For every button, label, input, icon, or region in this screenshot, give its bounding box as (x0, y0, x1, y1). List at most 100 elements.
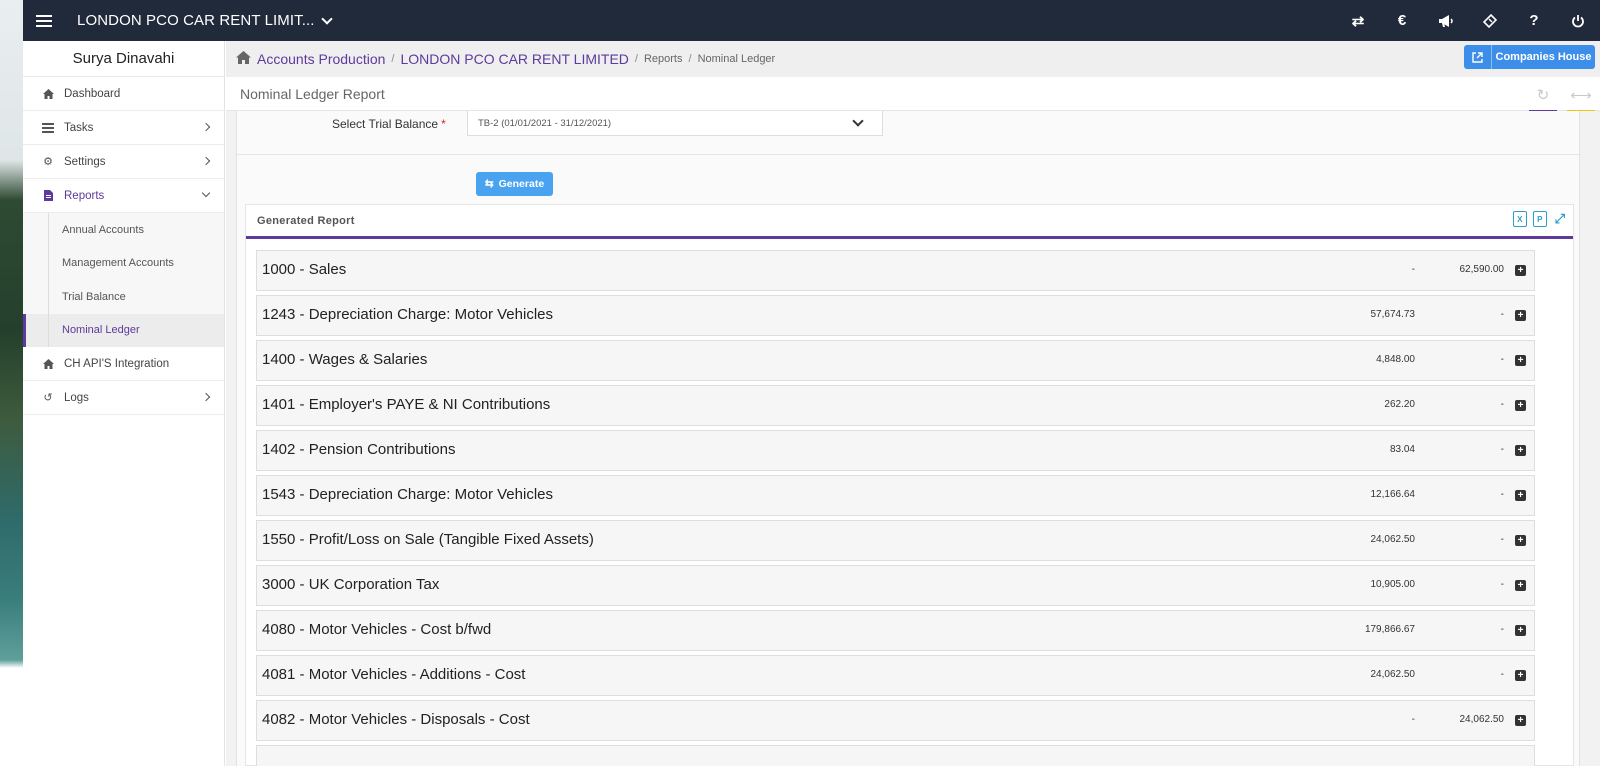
sidebar-subitem-nominal-ledger[interactable]: Nominal Ledger (23, 313, 224, 347)
top-navigation-bar: LONDON PCO CAR RENT LIMIT... ⇄ € ? (23, 0, 1600, 41)
breadcrumb-separator: / (688, 53, 692, 65)
ledger-row[interactable]: 4082 - Motor Vehicles - Disposals - Cost… (256, 700, 1535, 741)
breadcrumb-accounts-production[interactable]: Accounts Production (257, 51, 385, 67)
ledger-row[interactable]: 1402 - Pension Contributions 83.04 - + (256, 430, 1535, 471)
expand-plus-icon[interactable]: + (1515, 490, 1526, 501)
account-debit: - (1411, 264, 1415, 275)
ticket-icon[interactable] (1468, 0, 1512, 41)
power-icon[interactable] (1556, 0, 1600, 41)
select-trial-balance-label: Select Trial Balance * (332, 117, 446, 131)
chevron-down-icon (852, 115, 864, 127)
home-icon (41, 88, 55, 99)
account-credit: - (1500, 444, 1504, 455)
breadcrumb-separator: / (634, 53, 638, 65)
generated-report: Generated Report X P ⤢ 1000 - Sales - 62… (245, 204, 1574, 766)
generate-button[interactable]: ⇆ Generate (476, 172, 553, 196)
ledger-row[interactable]: 1550 - Profit/Loss on Sale (Tangible Fix… (256, 520, 1535, 561)
sidebar-item-label: CH API'S Integration (64, 357, 170, 370)
company-selector[interactable]: LONDON PCO CAR RENT LIMIT... (77, 12, 333, 29)
account-credit: 62,590.00 (1459, 264, 1505, 275)
page-title-bar: Nominal Ledger Report ↻ ⟷ (226, 77, 1600, 113)
account-name: 1550 - Profit/Loss on Sale (Tangible Fix… (262, 531, 594, 548)
expand-plus-icon[interactable]: + (1515, 670, 1526, 681)
account-debit: 83.04 (1389, 444, 1415, 455)
expand-plus-icon[interactable]: + (1515, 400, 1526, 411)
account-debit: 12,166.64 (1370, 489, 1416, 500)
pdf-export-icon[interactable]: P (1533, 211, 1547, 227)
excel-export-icon[interactable]: X (1513, 211, 1527, 227)
sidebar-subitem-label: Trial Balance (62, 290, 126, 303)
expand-plus-icon[interactable]: + (1515, 310, 1526, 321)
account-debit: 10,905.00 (1370, 579, 1416, 590)
ledger-row[interactable]: 3000 - UK Corporation Tax 10,905.00 - + (256, 565, 1535, 606)
expand-plus-icon[interactable]: + (1515, 445, 1526, 456)
chevron-down-icon (201, 188, 211, 198)
ledger-row[interactable]: 1243 - Depreciation Charge: Motor Vehicl… (256, 295, 1535, 336)
breadcrumb-reports[interactable]: Reports (644, 53, 683, 65)
account-credit: - (1500, 624, 1504, 635)
sidebar-item-tasks[interactable]: Tasks (23, 111, 224, 145)
sidebar-subitem-trial-balance[interactable]: Trial Balance (23, 280, 224, 314)
sidebar-item-label: Tasks (64, 121, 94, 134)
ledger-row[interactable]: 1401 - Employer's PAYE & NI Contribution… (256, 385, 1535, 426)
required-marker: * (441, 117, 446, 131)
expand-plus-icon[interactable]: + (1515, 715, 1526, 726)
ledger-row[interactable]: 4081 - Motor Vehicles - Additions - Cost… (256, 655, 1535, 696)
expand-plus-icon[interactable]: + (1515, 265, 1526, 276)
account-credit: - (1500, 309, 1504, 320)
currency-icon[interactable]: € (1380, 0, 1424, 41)
sidebar-subitem-label: Nominal Ledger (62, 324, 140, 337)
expand-plus-icon[interactable]: + (1515, 535, 1526, 546)
sidebar-item-dashboard[interactable]: Dashboard (23, 77, 224, 111)
breadcrumb-separator: / (391, 53, 395, 65)
expand-plus-icon[interactable]: + (1515, 355, 1526, 366)
swap-icon[interactable]: ⇄ (1336, 0, 1380, 41)
breadcrumb: Accounts Production / LONDON PCO CAR REN… (226, 41, 1600, 77)
sidebar-item-logs[interactable]: ↺ Logs (23, 381, 224, 415)
account-name: 1000 - Sales (262, 261, 347, 278)
account-name: 1543 - Depreciation Charge: Motor Vehicl… (262, 486, 553, 503)
trial-balance-selected-value: TB-2 (01/01/2021 - 31/12/2021) (478, 117, 612, 129)
account-credit: - (1500, 489, 1504, 500)
tasks-icon (41, 122, 55, 133)
expand-horizontal-icon[interactable]: ⟷ (1562, 77, 1600, 113)
trial-balance-select[interactable]: TB-2 (01/01/2021 - 31/12/2021) (467, 111, 883, 136)
sidebar-user-name: Surya Dinavahi (23, 41, 224, 77)
document-icon (41, 190, 55, 201)
chevron-right-icon (201, 156, 211, 166)
megaphone-icon[interactable] (1424, 0, 1468, 41)
hamburger-menu-icon[interactable] (23, 0, 65, 41)
expand-icon[interactable]: ⤢ (1553, 211, 1567, 227)
refresh-icon[interactable]: ↻ (1524, 77, 1562, 113)
expand-plus-icon[interactable]: + (1515, 625, 1526, 636)
home-icon[interactable] (236, 50, 251, 68)
ledger-row[interactable]: 1400 - Wages & Salaries 4,848.00 - + (256, 340, 1535, 381)
help-icon[interactable]: ? (1512, 0, 1556, 41)
sidebar-item-reports[interactable]: Reports (23, 179, 224, 213)
ledger-row[interactable]: 1543 - Depreciation Charge: Motor Vehicl… (256, 475, 1535, 516)
chevron-right-icon (201, 122, 211, 132)
title-tools: ↻ ⟷ (1524, 77, 1600, 113)
generate-label: Generate (498, 178, 545, 190)
report-panel: Select Trial Balance * TB-2 (01/01/2021 -… (236, 111, 1581, 766)
breadcrumb-company[interactable]: LONDON PCO CAR RENT LIMITED (400, 51, 628, 67)
account-debit: 57,674.73 (1370, 309, 1416, 320)
sidebar-subitem-annual-accounts[interactable]: Annual Accounts (23, 213, 224, 247)
account-name: 3000 - UK Corporation Tax (262, 576, 440, 593)
ledger-row[interactable]: 4080 - Motor Vehicles - Cost b/fwd 179,8… (256, 610, 1535, 651)
account-name: 1401 - Employer's PAYE & NI Contribution… (262, 396, 551, 413)
form-label-text: Select Trial Balance (332, 117, 439, 131)
account-name: 1400 - Wages & Salaries (262, 351, 428, 368)
trial-balance-form-row: Select Trial Balance * TB-2 (01/01/2021 -… (237, 111, 1581, 155)
account-debit: 24,062.50 (1370, 534, 1416, 545)
ledger-row[interactable]: 1000 - Sales - 62,590.00 + (256, 250, 1535, 291)
sidebar-item-ch-api-integration[interactable]: CH API'S Integration (23, 347, 224, 381)
expand-plus-icon[interactable]: + (1515, 580, 1526, 591)
sidebar-subitem-label: Annual Accounts (62, 223, 144, 236)
sidebar-subitem-management-accounts[interactable]: Management Accounts (23, 246, 224, 280)
companies-house-button[interactable]: Companies House (1464, 45, 1595, 69)
generated-report-title: Generated Report (257, 214, 355, 227)
report-tools: X P ⤢ (1513, 211, 1567, 227)
sidebar-item-settings[interactable]: ⚙ Settings (23, 145, 224, 179)
account-credit: 24,062.50 (1459, 714, 1505, 725)
